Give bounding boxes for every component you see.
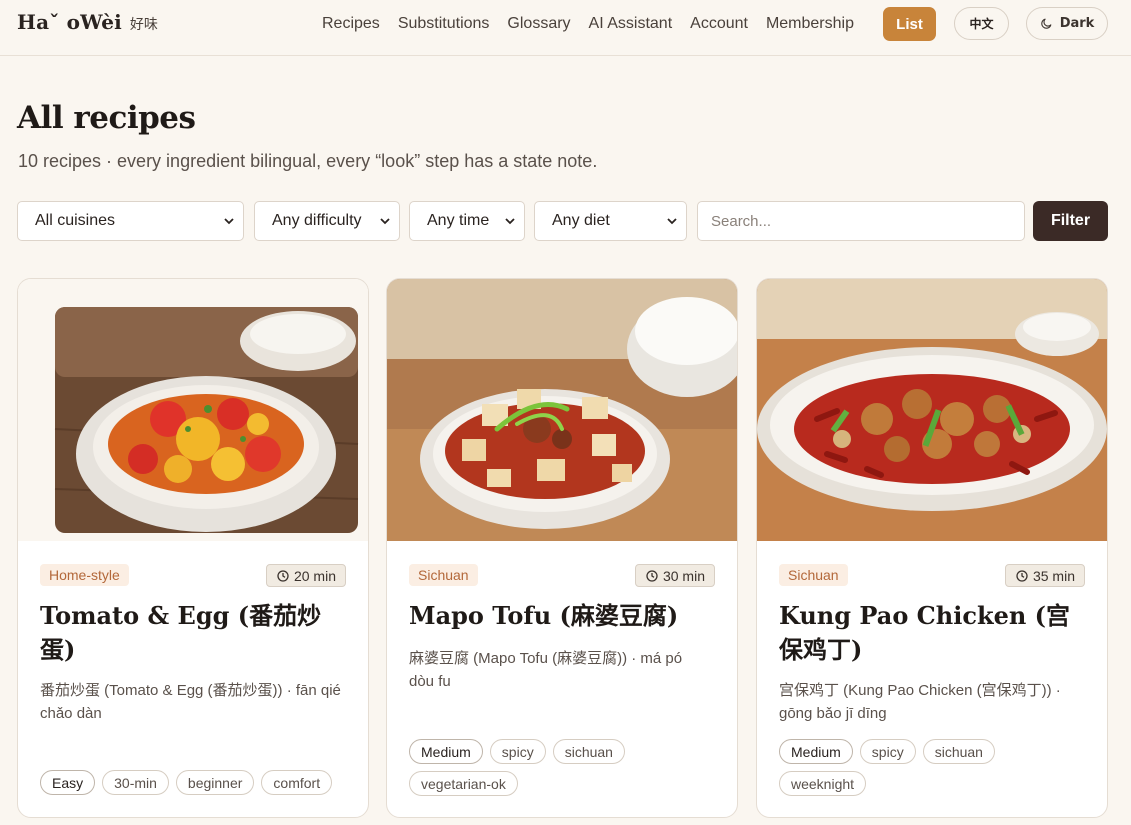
cuisine-select[interactable]: All cuisines bbox=[17, 201, 244, 241]
main-nav: Recipes Substitutions Glossary AI Assist… bbox=[322, 15, 854, 33]
chevron-down-icon bbox=[505, 218, 515, 225]
recipe-title[interactable]: Kung Pao Chicken (宫保鸡丁) bbox=[779, 599, 1079, 667]
time-badge-value: 30 min bbox=[662, 567, 705, 584]
recipe-tags: Medium spicy sichuan vegetarian-ok bbox=[409, 739, 719, 796]
recipe-photo bbox=[387, 279, 737, 541]
filter-button[interactable]: Filter bbox=[1033, 201, 1108, 241]
time-badge: 30 min bbox=[634, 564, 715, 587]
difficulty-tag: Easy bbox=[40, 770, 96, 795]
dark-mode-button[interactable]: Dark bbox=[1026, 7, 1108, 40]
mapo-tofu-photo bbox=[387, 279, 737, 541]
diet-select-value: Any diet bbox=[552, 212, 610, 229]
nav-account[interactable]: Account bbox=[690, 15, 748, 33]
time-select-value: Any time bbox=[427, 212, 490, 229]
chevron-down-icon bbox=[380, 218, 390, 225]
cuisine-badge: Home-style bbox=[40, 564, 129, 586]
tomato-egg-photo bbox=[18, 279, 368, 541]
recipe-card-mapo-tofu[interactable]: Sichuan 30 min Mapo Tofu (麻婆豆腐) 麻婆豆腐 (Ma… bbox=[386, 278, 738, 818]
kung-pao-photo bbox=[757, 279, 1107, 541]
time-badge-value: 35 min bbox=[1032, 567, 1075, 584]
brand-chinese-name: 好味 bbox=[129, 17, 158, 33]
recipe-subtitle: 番茄炒蛋 (Tomato & Egg (番茄炒蛋)) · fān qié chǎ… bbox=[40, 682, 341, 722]
time-badge: 35 min bbox=[1004, 564, 1085, 587]
nav-membership[interactable]: Membership bbox=[766, 15, 854, 33]
tag: sichuan bbox=[922, 739, 995, 764]
dark-mode-label: Dark bbox=[1059, 16, 1095, 31]
recipe-card-tomato-egg[interactable]: Home-style 20 min Tomato & Egg (番茄炒蛋) 番茄… bbox=[17, 278, 369, 818]
tag: weeknight bbox=[779, 771, 867, 796]
difficulty-select-value: Any difficulty bbox=[272, 212, 362, 229]
recipe-title[interactable]: Tomato & Egg (番茄炒蛋) bbox=[40, 599, 340, 667]
chevron-down-icon bbox=[224, 218, 234, 225]
recipe-subtitle: 宫保鸡丁 (Kung Pao Chicken (宫保鸡丁)) · gōng bǎ… bbox=[779, 682, 1061, 722]
tag: sichuan bbox=[552, 739, 625, 764]
recipe-photo bbox=[18, 279, 368, 541]
moon-icon bbox=[1041, 18, 1052, 29]
brand-logo[interactable]: Haˇ oWèi 好味 bbox=[17, 10, 158, 34]
nav-ai-assistant[interactable]: AI Assistant bbox=[589, 15, 673, 33]
difficulty-tag: Medium bbox=[779, 739, 853, 764]
search-input[interactable] bbox=[697, 201, 1025, 241]
tag: 30-min bbox=[102, 770, 169, 795]
recipe-tags: Easy 30-min beginner comfort bbox=[40, 770, 350, 795]
nav-glossary[interactable]: Glossary bbox=[507, 15, 570, 33]
tag: comfort bbox=[261, 770, 333, 795]
cuisine-badge: Sichuan bbox=[409, 564, 478, 586]
time-badge: 20 min bbox=[265, 564, 346, 587]
clock-icon bbox=[646, 569, 658, 582]
nav-recipes[interactable]: Recipes bbox=[322, 15, 380, 33]
recipe-photo bbox=[757, 279, 1107, 541]
page-subtitle: 10 recipes · every ingredient bilingual,… bbox=[18, 151, 598, 171]
clock-icon bbox=[277, 569, 289, 582]
cuisine-select-value: All cuisines bbox=[35, 212, 116, 229]
tag: spicy bbox=[859, 739, 916, 764]
recipe-subtitle: 麻婆豆腐 (Mapo Tofu (麻婆豆腐)) · má pó dòu fu bbox=[409, 650, 683, 690]
cuisine-badge: Sichuan bbox=[779, 564, 848, 586]
clock-icon bbox=[1016, 569, 1028, 582]
language-toggle-button[interactable]: 中文 bbox=[954, 7, 1009, 40]
list-button[interactable]: List bbox=[883, 7, 936, 41]
tag: vegetarian-ok bbox=[409, 771, 518, 796]
time-select[interactable]: Any time bbox=[409, 201, 525, 241]
chevron-down-icon bbox=[667, 218, 677, 225]
difficulty-tag: Medium bbox=[409, 739, 483, 764]
tag: spicy bbox=[489, 739, 546, 764]
recipe-tags: Medium spicy sichuan weeknight bbox=[779, 739, 1089, 796]
diet-select[interactable]: Any diet bbox=[534, 201, 687, 241]
brand-name: Haˇ oWèi bbox=[17, 10, 122, 34]
tag: beginner bbox=[175, 770, 255, 795]
top-bar: Haˇ oWèi 好味 Recipes Substitutions Glossa… bbox=[0, 0, 1131, 56]
time-badge-value: 20 min bbox=[293, 567, 336, 584]
recipe-title[interactable]: Mapo Tofu (麻婆豆腐) bbox=[409, 599, 709, 633]
recipe-card-kung-pao-chicken[interactable]: Sichuan 35 min Kung Pao Chicken (宫保鸡丁) 宫… bbox=[756, 278, 1108, 818]
page-title: All recipes bbox=[17, 100, 196, 136]
difficulty-select[interactable]: Any difficulty bbox=[254, 201, 400, 241]
nav-substitutions[interactable]: Substitutions bbox=[398, 15, 490, 33]
